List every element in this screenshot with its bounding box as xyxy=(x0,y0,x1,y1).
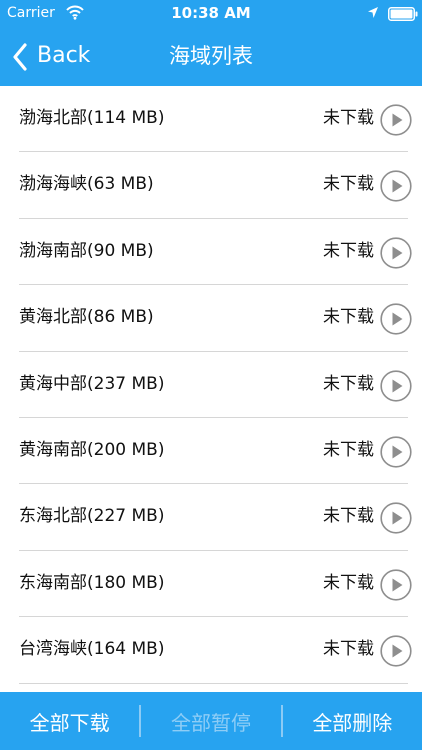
item-name: 黄海北部(86 MB) xyxy=(19,307,154,328)
item-name: 台湾海峡(164 MB) xyxy=(19,639,165,660)
list-item[interactable]: 黄海中部(237 MB) 未下载 xyxy=(0,352,422,418)
play-circle-icon[interactable] xyxy=(380,502,412,534)
item-status: 未下载 xyxy=(323,108,374,128)
play-circle-icon[interactable] xyxy=(380,237,412,269)
status-time: 10:38 AM xyxy=(171,4,251,22)
list-item[interactable]: 黄海北部(86 MB) 未下载 xyxy=(0,285,422,352)
item-name: 黄海中部(237 MB) xyxy=(19,373,165,394)
list-item[interactable]: 东海北部(227 MB) 未下载 xyxy=(0,484,422,551)
item-status: 未下载 xyxy=(323,506,374,527)
item-status: 未下载 xyxy=(323,572,374,593)
delete-all-button[interactable]: 全部删除 xyxy=(283,692,422,750)
item-name: 渤海海峡(63 MB) xyxy=(19,174,154,195)
pause-all-button[interactable]: 全部暂停 xyxy=(141,692,280,750)
item-status: 未下载 xyxy=(323,240,374,261)
play-circle-icon[interactable] xyxy=(380,104,412,136)
list-item[interactable]: 东海南部(180 MB) 未下载 xyxy=(0,551,422,618)
bottom-toolbar: 全部下载 全部暂停 全部删除 xyxy=(0,692,422,750)
list-item[interactable]: 渤海南部(90 MB) 未下载 xyxy=(0,219,422,286)
item-status: 未下载 xyxy=(323,307,374,328)
item-name: 东海北部(227 MB) xyxy=(19,506,165,527)
nav-bar: Back 海域列表 xyxy=(0,30,422,86)
list-item[interactable]: 黄海南部(200 MB) 未下载 xyxy=(0,418,422,485)
top-bar: Carrier 10:38 AM Back 海域列表 xyxy=(0,0,422,86)
status-bar: Carrier 10:38 AM xyxy=(0,0,422,30)
play-circle-icon[interactable] xyxy=(380,369,412,402)
item-status: 未下载 xyxy=(323,439,374,460)
sea-area-list: 渤海北部(114 MB) 未下载 渤海海峡(63 MB) 未下载 渤海南部(90… xyxy=(0,86,422,692)
item-name: 渤海北部(114 MB) xyxy=(19,108,165,128)
screen: Carrier 10:38 AM Back 海域列表 渤海北部(114 MB) … xyxy=(0,0,422,750)
item-name: 渤海南部(90 MB) xyxy=(19,240,154,261)
list-item[interactable]: 渤海北部(114 MB) 未下载 xyxy=(0,86,422,153)
item-name: 黄海南部(200 MB) xyxy=(19,439,165,460)
chevron-left-icon xyxy=(13,43,27,71)
location-arrow-icon xyxy=(368,7,378,18)
item-name: 东海南部(180 MB) xyxy=(19,572,165,593)
item-status: 未下载 xyxy=(323,373,374,394)
play-circle-icon[interactable] xyxy=(380,170,412,202)
play-circle-icon[interactable] xyxy=(380,635,412,667)
item-status: 未下载 xyxy=(323,639,374,660)
play-circle-icon[interactable] xyxy=(380,436,412,468)
back-label: Back xyxy=(37,43,91,68)
play-circle-icon[interactable] xyxy=(380,569,412,601)
download-all-button[interactable]: 全部下载 xyxy=(0,692,139,750)
row-divider xyxy=(19,682,408,684)
list-item[interactable]: 渤海海峡(63 MB) 未下载 xyxy=(0,152,422,219)
back-button[interactable]: Back xyxy=(0,30,110,86)
list-item[interactable]: 台湾海峡(164 MB) 未下载 xyxy=(0,617,422,684)
battery-icon xyxy=(388,7,418,21)
play-circle-icon[interactable] xyxy=(380,303,412,335)
item-status: 未下载 xyxy=(323,174,374,195)
